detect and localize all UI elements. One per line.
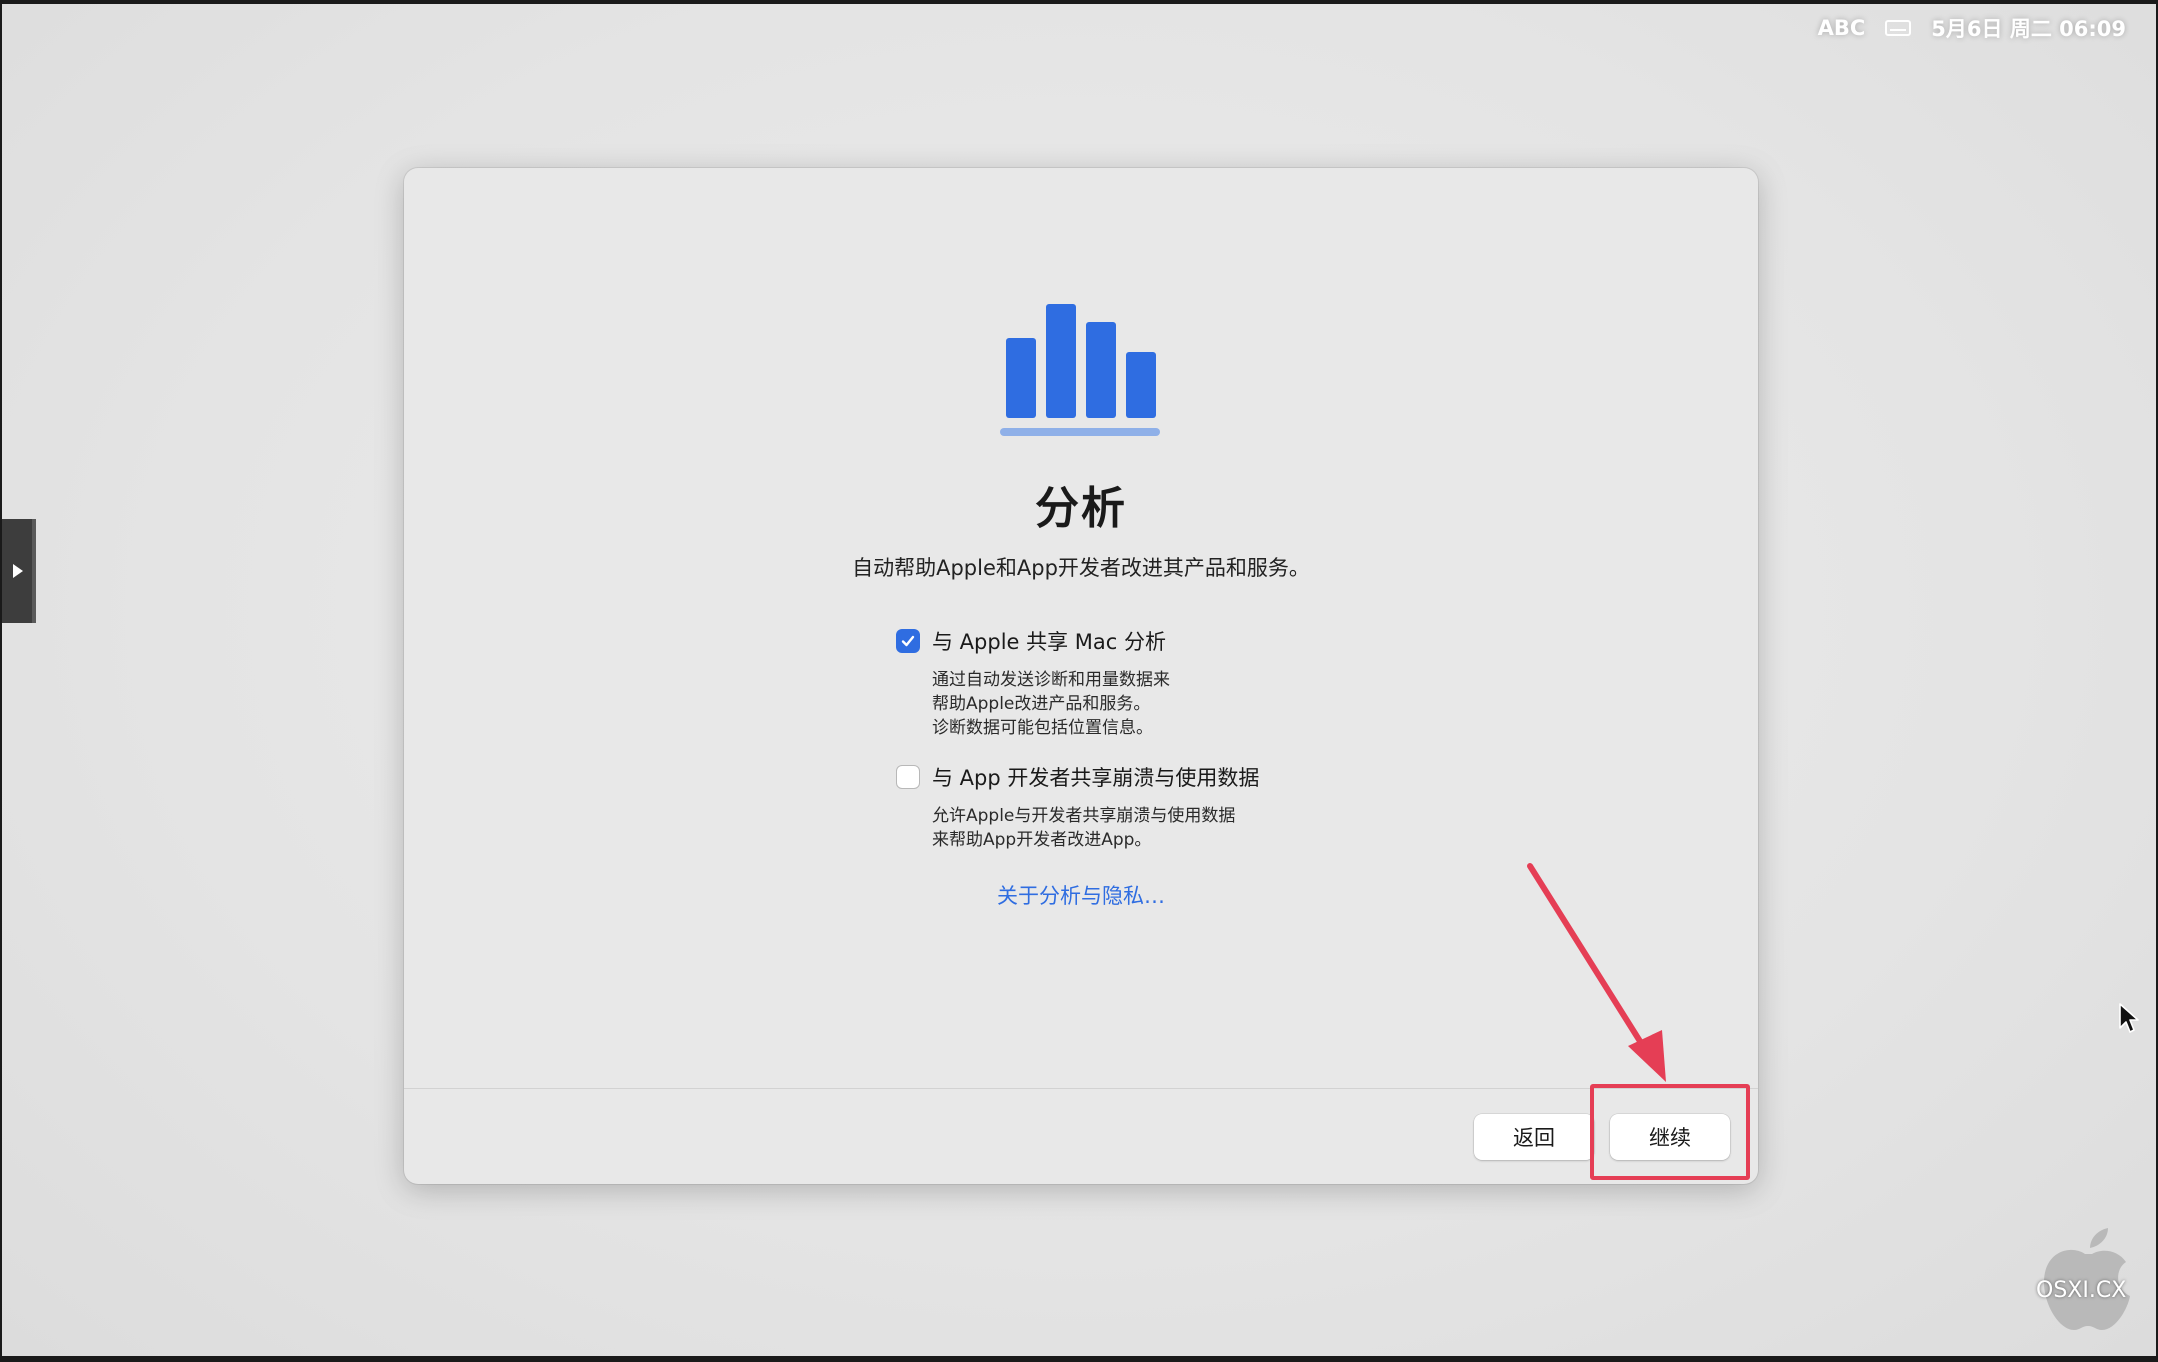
share-mac-analytics-label[interactable]: 与 Apple 共享 Mac 分析: [932, 626, 1166, 656]
checkmark-icon: [901, 635, 915, 647]
keyboard-icon[interactable]: [1885, 20, 1912, 36]
chart-icon-bar-2: [1046, 304, 1076, 418]
share-mac-analytics-checkbox[interactable]: [896, 629, 920, 653]
description-line: 来帮助App开发者改进App。: [932, 830, 1152, 850]
side-panel-toggle[interactable]: [2, 519, 36, 623]
back-button[interactable]: 返回: [1474, 1114, 1594, 1160]
option-row[interactable]: 与 Apple 共享 Mac 分析: [896, 626, 1456, 656]
share-mac-analytics-description: 通过自动发送诊断和用量数据来 帮助Apple改进产品和服务。 诊断数据可能包括位…: [932, 668, 1456, 740]
bar-chart-icon: [1000, 304, 1160, 436]
chart-icon-baseline: [1000, 428, 1160, 436]
share-crash-data-checkbox[interactable]: [896, 765, 920, 789]
option-share-crash-data: 与 App 开发者共享崩溃与使用数据 允许Apple与开发者共享崩溃与使用数据 …: [896, 762, 1456, 852]
menu-bar: ABC 5月6日 周二 06:09: [1818, 4, 2156, 52]
option-row[interactable]: 与 App 开发者共享崩溃与使用数据: [896, 762, 1456, 792]
chart-icon-bar-1: [1006, 338, 1036, 418]
menu-bar-clock[interactable]: 5月6日 周二 06:09: [1931, 13, 2126, 43]
dialog-subtitle: 自动帮助Apple和App开发者改进其产品和服务。: [852, 556, 1310, 580]
dialog-title: 分析: [1035, 483, 1127, 534]
chart-icon-bar-3: [1086, 322, 1116, 418]
share-crash-data-description: 允许Apple与开发者共享崩溃与使用数据 来帮助App开发者改进App。: [932, 804, 1456, 852]
input-source-label[interactable]: ABC: [1818, 16, 1866, 40]
description-line: 允许Apple与开发者共享崩溃与使用数据: [932, 806, 1236, 826]
share-crash-data-label[interactable]: 与 App 开发者共享崩溃与使用数据: [932, 762, 1259, 792]
description-line: 诊断数据可能包括位置信息。: [932, 718, 1153, 738]
annotation-arrow: [1527, 863, 1666, 1082]
chart-icon-bar-4: [1126, 352, 1156, 418]
description-line: 帮助Apple改进产品和服务。: [932, 694, 1151, 714]
continue-button-highlight: [1590, 1084, 1750, 1180]
watermark-text: OSXI.CX: [2036, 1278, 2127, 1303]
play-triangle-icon: [13, 564, 23, 578]
description-line: 通过自动发送诊断和用量数据来: [932, 670, 1170, 690]
option-share-mac-analytics: 与 Apple 共享 Mac 分析 通过自动发送诊断和用量数据来 帮助Apple…: [896, 626, 1456, 740]
mouse-pointer-icon: [2119, 1003, 2139, 1033]
